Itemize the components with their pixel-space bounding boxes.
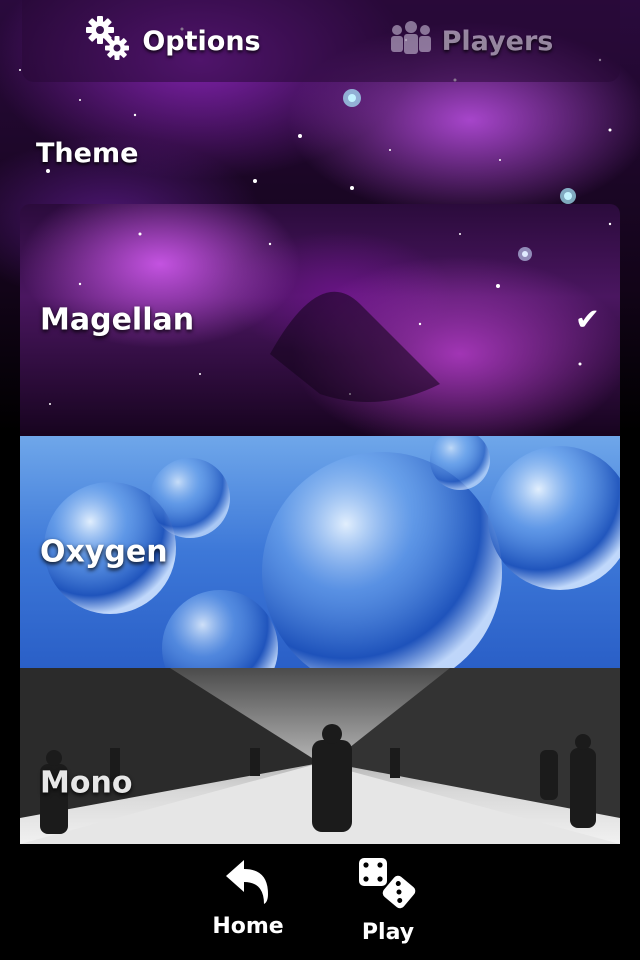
theme-name: Mono [40,765,133,801]
theme-item-oxygen[interactable]: Oxygen [20,436,620,668]
theme-name: Magellan [40,302,195,338]
theme-list: Magellan ✔ Oxygen Mono [20,204,620,844]
section-title: Theme [36,138,139,169]
play-button[interactable]: Play [338,856,438,956]
bottom-toolbar: Home Play [0,844,640,960]
top-segmented-control: Options Players [22,0,620,82]
theme-item-mono[interactable]: Mono [20,668,620,844]
home-label: Home [212,914,284,939]
city-street-image [20,668,620,844]
back-arrow-icon [220,856,276,910]
dice-icon [357,856,419,916]
tab-players-label: Players [441,25,554,57]
tab-options-label: Options [142,25,261,57]
play-label: Play [361,920,415,945]
theme-name: Oxygen [40,534,168,570]
theme-item-magellan[interactable]: Magellan ✔ [20,204,620,436]
tab-options[interactable]: Options [22,0,321,82]
tab-players[interactable]: Players [321,0,620,82]
group-icon [388,19,434,63]
gears-icon [82,13,134,69]
checkmark-icon: ✔ [574,302,600,338]
home-button[interactable]: Home [198,856,298,956]
